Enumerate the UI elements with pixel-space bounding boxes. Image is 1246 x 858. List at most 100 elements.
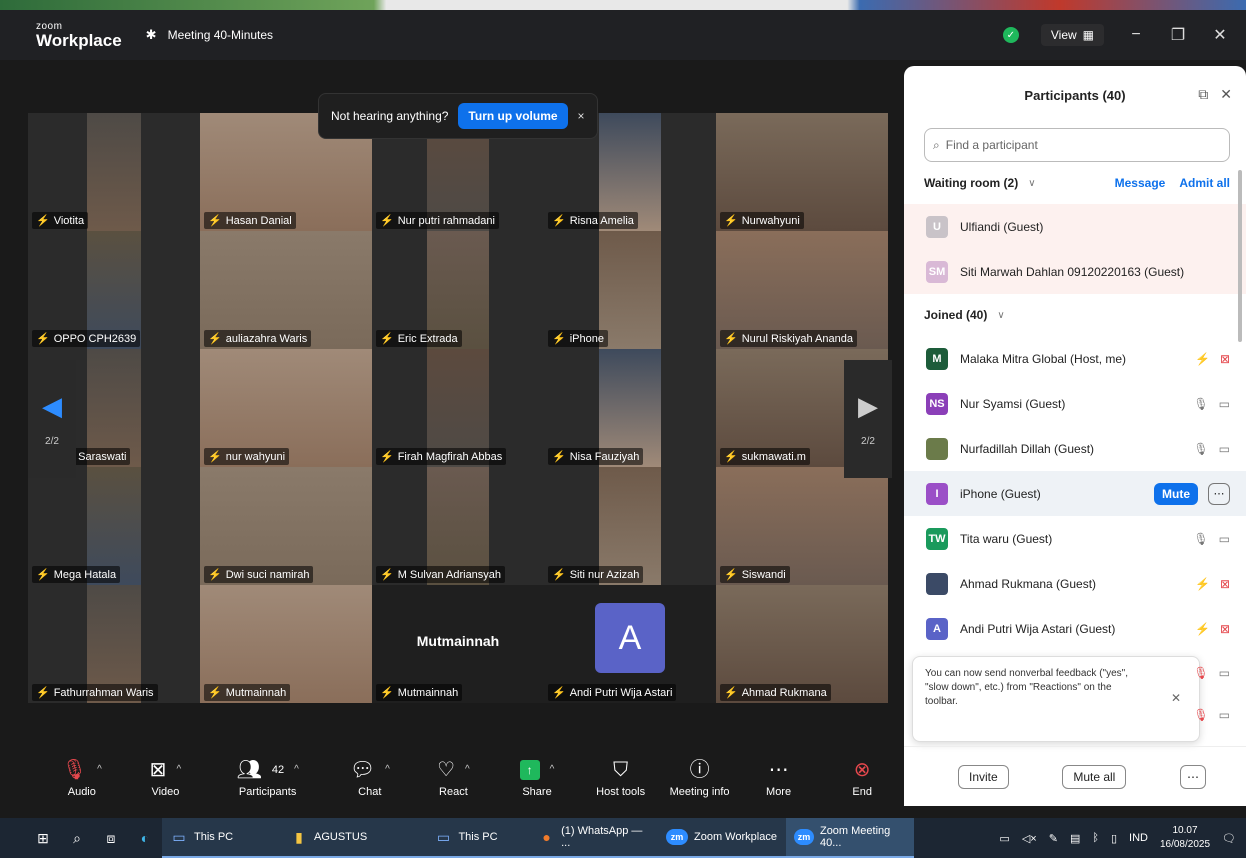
zoom-icon: zm bbox=[794, 829, 814, 845]
video-tile[interactable]: ⚡ Dwi suci namirah bbox=[200, 467, 372, 585]
video-tile[interactable]: ⚡ Siti nur Azizah bbox=[544, 467, 716, 585]
taskbar-zoom-meeting[interactable]: zm Zoom Meeting 40... bbox=[786, 818, 914, 858]
video-tile[interactable]: ⚡ Nurwahyuni bbox=[716, 113, 888, 231]
waiting-row[interactable]: SM Siti Marwah Dahlan 09120220163 (Guest) bbox=[904, 249, 1246, 294]
share-caret-icon[interactable]: ^ bbox=[550, 760, 555, 780]
pop-out-icon[interactable]: ⧉ bbox=[1198, 86, 1208, 103]
mic-off-icon: ⚡ bbox=[36, 687, 50, 699]
folder-icon: ▮ bbox=[295, 828, 303, 845]
mute-button[interactable]: Mute bbox=[1154, 482, 1198, 505]
tile-name-text: Andi Putri Wija Astari bbox=[569, 686, 673, 699]
participant-video bbox=[599, 231, 661, 349]
more-button[interactable]: ⋯ More bbox=[737, 749, 821, 809]
video-tile[interactable]: ⚡ Siswandi bbox=[716, 467, 888, 585]
start-button[interactable]: ⊞ bbox=[0, 818, 60, 858]
react-caret-icon[interactable]: ^ bbox=[465, 760, 470, 780]
waiting-room-header[interactable]: Waiting room (2) ∨ Message Admit all bbox=[904, 162, 1246, 204]
video-tile[interactable]: ⚡ auliazahra Waris bbox=[200, 231, 372, 349]
video-tile[interactable]: Mutmainnah ⚡ Mutmainnah bbox=[372, 585, 544, 703]
video-caret-icon[interactable]: ^ bbox=[176, 760, 181, 780]
view-button[interactable]: View ▦ bbox=[1040, 24, 1104, 46]
language-indicator[interactable]: IND bbox=[1129, 832, 1148, 844]
video-tile[interactable]: ⚡ Viotita bbox=[28, 113, 200, 231]
host-tools-button[interactable]: ⛉ Host tools bbox=[579, 749, 663, 809]
audio-caret-icon[interactable]: ^ bbox=[97, 760, 102, 780]
video-tile[interactable]: ⚡ Mutmainnah bbox=[200, 585, 372, 703]
volume-icon[interactable]: ◁× bbox=[1022, 832, 1037, 845]
video-tile[interactable]: ⚡ iPhone bbox=[544, 231, 716, 349]
meeting-title[interactable]: ✱ Meeting 40-Minutes bbox=[146, 28, 273, 43]
search-button[interactable]: ⌕ bbox=[60, 818, 94, 858]
tile-name-text: M Sulvan Adriansyah bbox=[397, 568, 502, 581]
video-tile[interactable]: ⚡ nur wahyuni bbox=[200, 349, 372, 467]
encryption-shield-icon[interactable]: ✓ bbox=[1002, 27, 1019, 43]
search-input[interactable]: ⌕ Find a participant bbox=[924, 128, 1230, 162]
end-button[interactable]: ⊗ End bbox=[820, 749, 904, 809]
react-button[interactable]: ♡ ^ React bbox=[412, 749, 496, 809]
participant-row[interactable]: Nurfadillah Dillah (Guest) 🎙︎ ▭ bbox=[904, 426, 1246, 471]
mute-all-button[interactable]: Mute all bbox=[1062, 764, 1127, 789]
taskbar-this-pc-2[interactable]: ▭ This PC bbox=[402, 818, 530, 858]
participant-row[interactable]: IiPhone (Guest) Mute ⋯ bbox=[904, 471, 1246, 516]
participant-row[interactable]: NS Nur Syamsi (Guest) 🎙︎ ▭ bbox=[904, 381, 1246, 426]
previous-page-button[interactable]: ◀ 2/2 bbox=[28, 360, 76, 478]
video-button[interactable]: ⊠ ^ Video bbox=[124, 749, 208, 809]
taskbar-agustus[interactable]: ▮ AGUSTUS bbox=[282, 818, 402, 858]
audio-button[interactable]: 🎙︎ ^ Audio bbox=[40, 749, 124, 809]
bluetooth-icon[interactable]: ᛒ bbox=[1092, 832, 1099, 844]
video-tile[interactable]: ⚡ Eric Extrada bbox=[372, 231, 544, 349]
windows-icon: ⊞ bbox=[37, 829, 49, 846]
share-button[interactable]: ↑ ^ Share bbox=[495, 749, 579, 809]
message-link[interactable]: Message bbox=[1115, 176, 1166, 190]
chat-button[interactable]: 💬︎ ^ Chat bbox=[328, 749, 412, 809]
video-tile[interactable]: ⚡ OPPO CPH2639 bbox=[28, 231, 200, 349]
minimize-icon[interactable]: − bbox=[1126, 26, 1146, 44]
tile-name-label: ⚡ Andi Putri Wija Astari bbox=[548, 684, 677, 701]
notification-icon[interactable]: 🗨︎ bbox=[1222, 832, 1236, 845]
waiting-row[interactable]: U Ulfiandi (Guest) bbox=[904, 204, 1246, 249]
mic-icon: 🎙︎ bbox=[1193, 441, 1209, 456]
participant-row[interactable]: Ahmad Rukmana (Guest) ⚡ ⊠ bbox=[904, 561, 1246, 606]
participants-button[interactable]: 👥︎ 42 ^ Participants bbox=[207, 749, 328, 809]
admit-all-link[interactable]: Admit all bbox=[1179, 176, 1230, 190]
participants-caret-icon[interactable]: ^ bbox=[294, 760, 299, 780]
video-tile[interactable]: ⚡ Ahmad Rukmana bbox=[716, 585, 888, 703]
video-tile[interactable]: ⚡ Nisa Fauziyah bbox=[544, 349, 716, 467]
panel-close-icon[interactable]: ✕ bbox=[1220, 86, 1232, 103]
joined-header[interactable]: Joined (40) ∨ bbox=[904, 294, 1246, 336]
toast-close-icon[interactable]: × bbox=[578, 109, 585, 123]
edge-button[interactable]: ◐ bbox=[128, 818, 162, 858]
participant-row[interactable]: M Malaka Mitra Global (Host, me) ⚡ ⊠ bbox=[904, 336, 1246, 381]
more-options-button[interactable]: ⋯ bbox=[1180, 764, 1206, 789]
chat-caret-icon[interactable]: ^ bbox=[385, 760, 390, 780]
taskbar-this-pc-1[interactable]: ▭ This PC bbox=[162, 818, 282, 858]
network-icon[interactable]: ▭ bbox=[999, 832, 1009, 845]
tip-close-icon[interactable]: ✕ bbox=[1171, 691, 1181, 705]
panel-scrollbar[interactable] bbox=[1238, 170, 1242, 342]
video-tile[interactable]: ⚡ Mega Hatala bbox=[28, 467, 200, 585]
video-tile[interactable]: ⚡ Firah Magfirah Abbas bbox=[372, 349, 544, 467]
restore-icon[interactable]: ❐ bbox=[1168, 25, 1188, 45]
participant-row[interactable]: TW Tita waru (Guest) 🎙︎ ▭ bbox=[904, 516, 1246, 561]
share-label: Share bbox=[522, 786, 552, 798]
mic-icon[interactable]: ▯ bbox=[1111, 832, 1117, 845]
participant-row[interactable]: A Andi Putri Wija Astari (Guest) ⚡ ⊠ bbox=[904, 606, 1246, 651]
camera-icon: ▭ bbox=[1218, 708, 1230, 722]
turn-up-volume-button[interactable]: Turn up volume bbox=[458, 103, 568, 129]
more-icon[interactable]: ⋯ bbox=[1208, 482, 1230, 505]
clock[interactable]: 10.07 16/08/2025 bbox=[1160, 824, 1210, 852]
pen-icon[interactable]: ✎ bbox=[1049, 832, 1058, 845]
video-tile[interactable]: ⚡ Fathurrahman Waris bbox=[28, 585, 200, 703]
taskbar-zoom-workplace[interactable]: zm Zoom Workplace bbox=[658, 818, 786, 858]
meeting-info-button[interactable]: ⓘ Meeting info bbox=[662, 749, 736, 809]
video-tile[interactable]: A ⚡ Andi Putri Wija Astari bbox=[544, 585, 716, 703]
next-page-button[interactable]: ▶ 2/2 bbox=[844, 360, 892, 478]
taskbar-label: AGUSTUS bbox=[314, 831, 368, 843]
battery-icon[interactable]: ▤ bbox=[1070, 832, 1080, 845]
video-tile[interactable]: ⚡ Nurul Riskiyah Ananda bbox=[716, 231, 888, 349]
video-tile[interactable]: ⚡ M Sulvan Adriansyah bbox=[372, 467, 544, 585]
taskbar-whatsapp[interactable]: ● (1) WhatsApp — ... bbox=[530, 818, 658, 858]
close-icon[interactable]: ✕ bbox=[1210, 25, 1230, 45]
task-view-button[interactable]: ⧈ bbox=[94, 818, 128, 858]
invite-button[interactable]: Invite bbox=[958, 764, 1009, 789]
